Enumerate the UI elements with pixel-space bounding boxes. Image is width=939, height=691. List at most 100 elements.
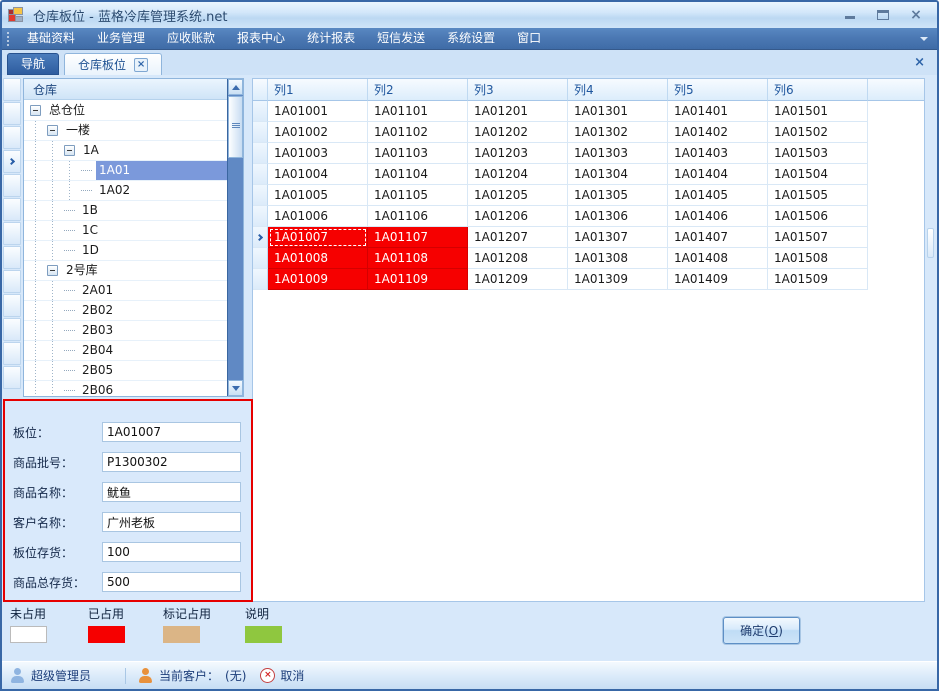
menu-item[interactable]: 系统设置 <box>436 28 506 49</box>
collapse-minus-icon[interactable] <box>47 265 58 276</box>
grid-cell[interactable]: 1A01008 <box>268 248 368 269</box>
indicator-cell[interactable] <box>3 246 21 269</box>
grid-cell[interactable]: 1A01504 <box>768 164 868 185</box>
grid-cell[interactable]: 1A01408 <box>668 248 768 269</box>
tree-node[interactable]: 2B06 <box>24 381 227 396</box>
grid-cell[interactable]: 1A01204 <box>468 164 568 185</box>
grid-cell[interactable]: 1A01301 <box>568 101 668 122</box>
grid-cell[interactable]: 1A01409 <box>668 269 768 290</box>
tab-close-icon[interactable]: × <box>134 58 148 72</box>
indicator-cell[interactable] <box>3 126 21 149</box>
grid-column-header[interactable]: 列1 <box>268 79 368 101</box>
grid-cell[interactable]: 1A01208 <box>468 248 568 269</box>
ok-button[interactable]: 确定(O) <box>723 617 800 644</box>
tree-node[interactable]: 总仓位 <box>24 101 227 121</box>
grid-cell[interactable]: 1A01101 <box>368 101 468 122</box>
splitter-grip[interactable] <box>927 228 934 258</box>
grid-column-header[interactable]: 列5 <box>668 79 768 101</box>
grid-row-header[interactable] <box>253 227 268 248</box>
grid-cell[interactable]: 1A01503 <box>768 143 868 164</box>
grid-cell[interactable]: 1A01509 <box>768 269 868 290</box>
tree-scrollbar[interactable] <box>227 79 243 396</box>
grid-cell[interactable]: 1A01406 <box>668 206 768 227</box>
tree-node[interactable]: 1B <box>24 201 227 221</box>
tree-node[interactable]: 1A01 <box>24 161 227 181</box>
cancel-label[interactable]: 取消 <box>280 667 304 684</box>
grid-cell[interactable]: 1A01201 <box>468 101 568 122</box>
indicator-cell[interactable] <box>3 318 21 341</box>
grid-row-header[interactable] <box>253 185 268 206</box>
tree-node[interactable]: 1C <box>24 221 227 241</box>
tree-node[interactable]: 2B04 <box>24 341 227 361</box>
grid-row-header[interactable] <box>253 206 268 227</box>
grid-cell[interactable]: 1A01402 <box>668 122 768 143</box>
grid-cell[interactable]: 1A01303 <box>568 143 668 164</box>
grid-row-header[interactable] <box>253 248 268 269</box>
grid-cell[interactable]: 1A01403 <box>668 143 768 164</box>
tab-warehouse-slots[interactable]: 仓库板位 × <box>64 53 162 75</box>
grid-cell[interactable]: 1A01308 <box>568 248 668 269</box>
tree-node[interactable]: 1A02 <box>24 181 227 201</box>
grid-cell[interactable]: 1A01203 <box>468 143 568 164</box>
grid-cell[interactable]: 1A01505 <box>768 185 868 206</box>
grid-cell[interactable]: 1A01307 <box>568 227 668 248</box>
indicator-cell[interactable] <box>3 222 21 245</box>
scrollbar-thumb[interactable] <box>228 96 243 158</box>
tree-node[interactable]: 2B03 <box>24 321 227 341</box>
grid-column-header[interactable]: 列4 <box>568 79 668 101</box>
grid-cell[interactable]: 1A01002 <box>268 122 368 143</box>
indicator-cell[interactable] <box>3 78 21 101</box>
grid-row-header[interactable] <box>253 122 268 143</box>
menu-item[interactable]: 报表中心 <box>226 28 296 49</box>
menu-item[interactable]: 基础资料 <box>16 28 86 49</box>
tree-node[interactable]: 1D <box>24 241 227 261</box>
tree-node[interactable]: 1A <box>24 141 227 161</box>
scroll-up-icon[interactable] <box>228 79 243 95</box>
collapse-minus-icon[interactable] <box>47 125 58 136</box>
grid-cell[interactable]: 1A01104 <box>368 164 468 185</box>
indicator-cell[interactable] <box>3 294 21 317</box>
grid-cell[interactable]: 1A01003 <box>268 143 368 164</box>
grid-cell[interactable]: 1A01007 <box>268 227 368 248</box>
indicator-cell[interactable] <box>3 342 21 365</box>
grid-cell[interactable]: 1A01108 <box>368 248 468 269</box>
grid-column-header[interactable]: 列6 <box>768 79 868 101</box>
maximize-icon[interactable] <box>876 8 890 22</box>
tabstrip-close-icon[interactable]: × <box>914 55 925 70</box>
cancel-icon[interactable]: × <box>260 668 275 683</box>
grid-cell[interactable]: 1A01506 <box>768 206 868 227</box>
grid-cell[interactable]: 1A01202 <box>468 122 568 143</box>
tree-node[interactable]: 2A01 <box>24 281 227 301</box>
grid-cell[interactable]: 1A01103 <box>368 143 468 164</box>
menu-overflow-icon[interactable] <box>920 37 928 41</box>
menu-item[interactable]: 业务管理 <box>86 28 156 49</box>
tree-node[interactable]: 2B05 <box>24 361 227 381</box>
grid-cell[interactable]: 1A01508 <box>768 248 868 269</box>
grid-cell[interactable]: 1A01501 <box>768 101 868 122</box>
grid-cell[interactable]: 1A01004 <box>268 164 368 185</box>
grid-cell[interactable]: 1A01105 <box>368 185 468 206</box>
collapse-minus-icon[interactable] <box>64 145 75 156</box>
menu-item[interactable]: 短信发送 <box>366 28 436 49</box>
grid-cell[interactable]: 1A01305 <box>568 185 668 206</box>
field-input[interactable] <box>102 482 241 502</box>
grid-cell[interactable]: 1A01302 <box>568 122 668 143</box>
field-input[interactable] <box>102 512 241 532</box>
grid-cell[interactable]: 1A01005 <box>268 185 368 206</box>
grid-cell[interactable]: 1A01206 <box>468 206 568 227</box>
indicator-cell[interactable] <box>3 270 21 293</box>
grid-column-header[interactable]: 列3 <box>468 79 568 101</box>
indicator-cell[interactable] <box>3 174 21 197</box>
tree-node[interactable]: 2号库 <box>24 261 227 281</box>
grid-cell[interactable]: 1A01207 <box>468 227 568 248</box>
indicator-cell[interactable] <box>3 102 21 125</box>
grid-cell[interactable]: 1A01107 <box>368 227 468 248</box>
grid-cell[interactable]: 1A01109 <box>368 269 468 290</box>
grid-cell[interactable]: 1A01205 <box>468 185 568 206</box>
grid-cell[interactable]: 1A01502 <box>768 122 868 143</box>
field-input[interactable] <box>102 572 241 592</box>
scroll-down-icon[interactable] <box>228 380 243 396</box>
menu-item[interactable]: 应收账款 <box>156 28 226 49</box>
grid-cell[interactable]: 1A01001 <box>268 101 368 122</box>
grid-row-header[interactable] <box>253 101 268 122</box>
